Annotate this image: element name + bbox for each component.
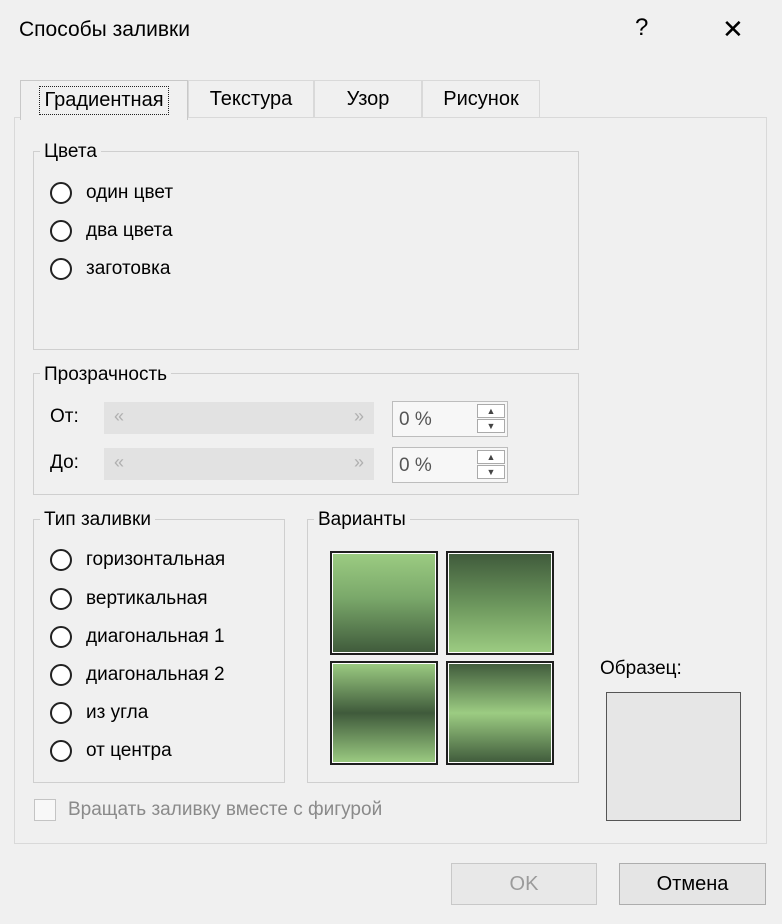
radio-preset[interactable]: заготовка [50, 258, 170, 280]
radio-circle[interactable] [50, 182, 72, 204]
radio-label: два цвета [86, 220, 173, 241]
radio-label: заготовка [86, 258, 171, 279]
spin-down-icon[interactable]: ▼ [477, 419, 505, 433]
slider-left-icon[interactable]: « [114, 406, 124, 427]
variants-legend: Варианты [314, 509, 410, 531]
radio-circle[interactable] [50, 220, 72, 242]
from-spinner[interactable]: 0 % ▲ ▼ [392, 401, 508, 437]
radio-diagonal-2[interactable]: диагональная 2 [50, 664, 225, 686]
close-icon[interactable]: ✕ [722, 14, 744, 44]
radio-horizontal[interactable]: горизонтальная [50, 549, 225, 571]
radio-circle[interactable] [50, 702, 72, 724]
fill-type-legend: Тип заливки [40, 509, 155, 531]
to-label: До: [50, 452, 79, 473]
radio-circle[interactable] [50, 740, 72, 762]
colors-group [33, 151, 579, 350]
rotate-checkbox[interactable] [34, 799, 56, 821]
from-label: От: [50, 406, 79, 427]
radio-vertical[interactable]: вертикальная [50, 588, 208, 610]
tab-texture[interactable]: Текстура [188, 80, 314, 118]
transparency-legend: Прозрачность [40, 364, 172, 386]
radio-label: из угла [86, 702, 149, 723]
from-slider[interactable]: « » [104, 402, 374, 434]
rotate-label: Вращать заливку вместе с фигурой [68, 799, 383, 820]
help-button[interactable]: ? [635, 14, 648, 42]
spin-up-icon[interactable]: ▲ [477, 450, 505, 464]
variant-swatch-2[interactable] [446, 551, 554, 655]
sample-preview [606, 692, 741, 821]
slider-right-icon[interactable]: » [354, 452, 364, 473]
tab-pattern[interactable]: Узор [314, 80, 422, 118]
radio-from-corner[interactable]: из угла [50, 702, 148, 724]
variant-swatch-4[interactable] [446, 661, 554, 765]
variant-swatch-1[interactable] [330, 551, 438, 655]
variant-swatch-3[interactable] [330, 661, 438, 765]
spin-up-icon[interactable]: ▲ [477, 404, 505, 418]
cancel-button[interactable]: Отмена [619, 863, 766, 905]
to-value[interactable]: 0 % [399, 455, 432, 477]
from-value[interactable]: 0 % [399, 409, 432, 431]
ok-button[interactable]: OK [451, 863, 597, 905]
radio-circle[interactable] [50, 258, 72, 280]
radio-label: диагональная 2 [86, 664, 225, 685]
radio-circle[interactable] [50, 588, 72, 610]
spin-down-icon[interactable]: ▼ [477, 465, 505, 479]
tab-picture[interactable]: Рисунок [422, 80, 540, 118]
radio-from-center[interactable]: от центра [50, 740, 172, 762]
to-spinner[interactable]: 0 % ▲ ▼ [392, 447, 508, 483]
slider-left-icon[interactable]: « [114, 452, 124, 473]
tab-gradient[interactable]: Градиентная [20, 80, 188, 120]
radio-label: диагональная 1 [86, 626, 225, 647]
radio-label: вертикальная [86, 588, 208, 609]
radio-circle[interactable] [50, 626, 72, 648]
radio-circle[interactable] [50, 549, 72, 571]
to-slider[interactable]: « » [104, 448, 374, 480]
sample-label: Образец: [600, 658, 682, 679]
radio-two-colors[interactable]: два цвета [50, 220, 173, 242]
radio-label: горизонтальная [86, 549, 226, 570]
radio-label: один цвет [86, 182, 174, 203]
radio-circle[interactable] [50, 664, 72, 686]
radio-diagonal-1[interactable]: диагональная 1 [50, 626, 225, 648]
colors-legend: Цвета [40, 141, 101, 163]
slider-right-icon[interactable]: » [354, 406, 364, 427]
radio-label: от центра [86, 740, 172, 761]
radio-one-color[interactable]: один цвет [50, 182, 173, 204]
dialog-title: Способы заливки [19, 18, 190, 41]
